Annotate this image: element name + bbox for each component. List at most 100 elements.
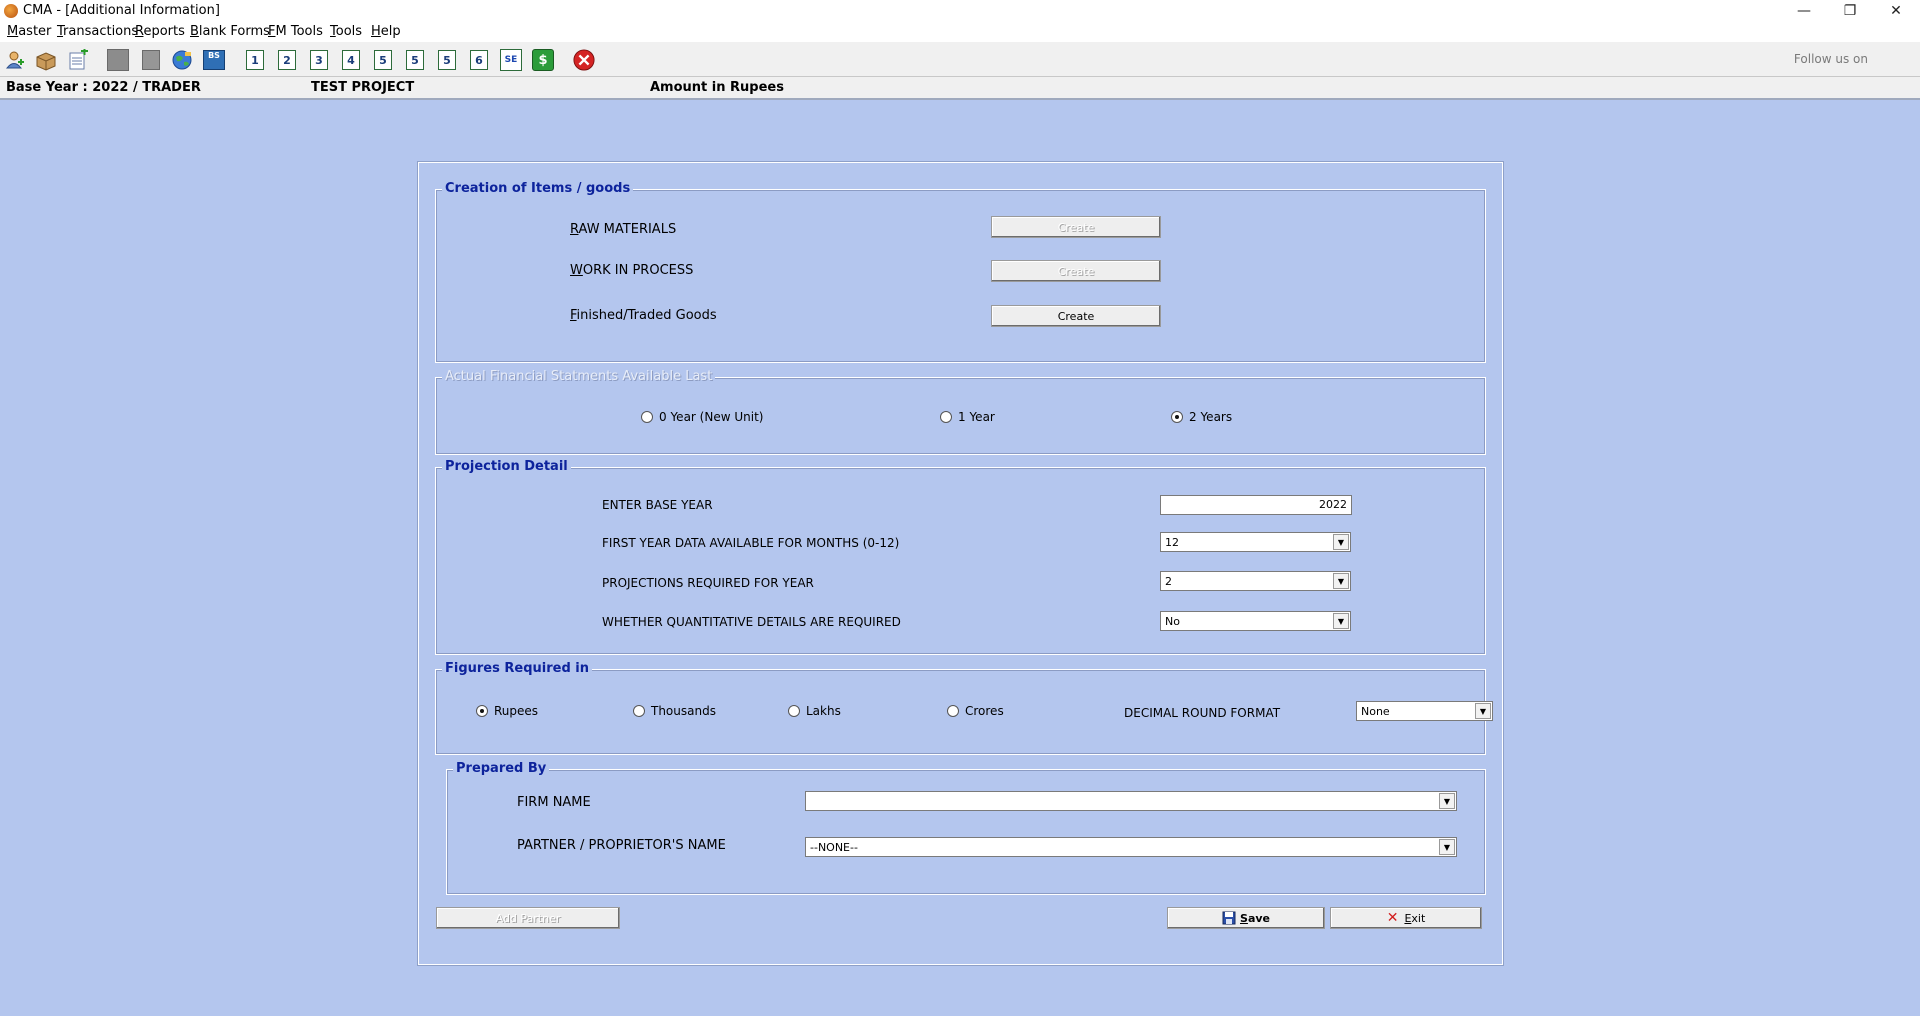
radio-dot <box>641 411 653 423</box>
radio-1-year[interactable]: 1 Year <box>940 410 995 424</box>
follow-us-text: Follow us on <box>1793 52 1868 66</box>
gray-square-icon <box>142 50 160 70</box>
project-name: TEST PROJECT <box>311 80 415 95</box>
partner-name-label: PARTNER / PROPRIETOR'S NAME <box>517 838 726 853</box>
menu-blank-forms[interactable]: Blank Forms <box>190 24 270 39</box>
balance-sheet-tool-button[interactable]: BS <box>203 49 225 71</box>
radio-dot-selected <box>1171 411 1183 423</box>
close-circle-icon <box>573 49 595 71</box>
create-work-in-process-button[interactable]: Create <box>991 260 1161 282</box>
close-window-button[interactable]: ✕ <box>1873 0 1919 22</box>
prepared-by-legend: Prepared By <box>453 761 550 776</box>
radio-dot-selected <box>476 705 488 717</box>
menu-help[interactable]: Help <box>371 24 401 39</box>
title-bar: CMA - [Additional Information] — ❐ ✕ <box>0 0 1920 22</box>
se-tool-button[interactable]: SE <box>500 49 522 71</box>
save-disk-icon <box>1222 911 1236 925</box>
add-user-icon <box>5 51 24 69</box>
close-icon: ✕ <box>1890 3 1902 19</box>
base-year-input[interactable]: 2022 <box>1160 495 1352 515</box>
months-select[interactable]: 12 ▼ <box>1160 532 1351 552</box>
minimize-icon: — <box>1797 3 1811 19</box>
quantitative-label: WHETHER QUANTITATIVE DETAILS ARE REQUIRE… <box>602 615 901 629</box>
gray-square-icon <box>107 49 129 71</box>
globe-icon <box>172 50 192 70</box>
create-raw-materials-button[interactable]: Create <box>991 216 1161 238</box>
radio-dot <box>633 705 645 717</box>
create-finished-goods-button[interactable]: Create <box>991 305 1161 327</box>
minimize-button[interactable]: — <box>1781 0 1827 22</box>
toolbar-number-button-5[interactable]: 5 <box>374 50 392 70</box>
figures-group: Figures Required in Rupees Thousands Lak… <box>435 661 1493 755</box>
work-in-process-label: WORK IN PROCESS <box>570 263 694 278</box>
dollar-tool-button[interactable]: $ <box>532 49 554 71</box>
package-tool-button[interactable] <box>35 49 57 71</box>
finished-goods-label: Finished/Traded Goods <box>570 308 717 323</box>
toolbar-number-button-8[interactable]: 6 <box>470 50 488 70</box>
gray-tool-button-2[interactable] <box>140 49 162 71</box>
info-bar: Base Year : 2022 / TRADER TEST PROJECT A… <box>0 77 1920 100</box>
projection-group: Projection Detail ENTER BASE YEAR 2022 F… <box>435 459 1486 655</box>
quantitative-select[interactable]: No ▼ <box>1160 611 1351 631</box>
save-button[interactable]: Save <box>1167 907 1325 929</box>
exit-tool-button[interactable] <box>573 49 595 71</box>
toolbar-number-button-6[interactable]: 5 <box>406 50 424 70</box>
se-chart-icon: SE <box>500 49 522 71</box>
base-year-label: ENTER BASE YEAR <box>602 498 713 512</box>
additional-info-panel: Creation of Items / goods RAW MATERIALS … <box>417 161 1504 966</box>
radio-0-year[interactable]: 0 Year (New Unit) <box>641 410 763 424</box>
exit-button[interactable]: ✕ Exit <box>1330 907 1482 929</box>
menu-tools[interactable]: Tools <box>330 24 362 39</box>
raw-materials-label: RAW MATERIALS <box>570 222 677 237</box>
package-icon <box>36 52 56 71</box>
projection-years-select[interactable]: 2 ▼ <box>1160 571 1351 591</box>
firm-name-select[interactable]: ▼ <box>805 791 1457 811</box>
radio-crores[interactable]: Crores <box>947 704 1004 718</box>
restore-icon: ❐ <box>1843 3 1857 19</box>
new-document-icon <box>69 49 88 70</box>
radio-2-years[interactable]: 2 Years <box>1171 410 1232 424</box>
statements-legend: Actual Financial Statments Available Las… <box>442 369 716 384</box>
radio-dot <box>788 705 800 717</box>
radio-thousands[interactable]: Thousands <box>633 704 716 718</box>
new-document-tool-button[interactable] <box>67 49 89 71</box>
chevron-down-icon: ▼ <box>1439 839 1455 855</box>
add-partner-button[interactable]: Add Partner <box>436 907 620 929</box>
menu-master[interactable]: Master <box>7 24 51 39</box>
amount-unit-info: Amount in Rupees <box>650 80 784 95</box>
radio-dot <box>940 411 952 423</box>
chevron-down-icon: ▼ <box>1333 534 1349 550</box>
restore-button[interactable]: ❐ <box>1827 0 1873 22</box>
menu-transactions[interactable]: Transactions <box>57 24 138 39</box>
partner-name-select[interactable]: --NONE-- ▼ <box>805 837 1457 857</box>
decimal-format-label: DECIMAL ROUND FORMAT <box>1124 706 1281 720</box>
radio-lakhs[interactable]: Lakhs <box>788 704 841 718</box>
toolbar-number-button-3[interactable]: 3 <box>310 50 328 70</box>
add-user-tool-button[interactable] <box>4 49 26 71</box>
toolbar-number-button-1[interactable]: 1 <box>246 50 264 70</box>
balance-sheet-icon: BS <box>203 50 225 70</box>
firm-name-label: FIRM NAME <box>517 795 591 810</box>
prepared-by-group: Prepared By FIRM NAME ▼ PARTNER / PROPRI… <box>446 761 1486 895</box>
chevron-down-icon: ▼ <box>1439 793 1455 809</box>
projection-legend: Projection Detail <box>442 459 571 474</box>
toolbar-number-button-4[interactable]: 4 <box>342 50 360 70</box>
radio-rupees[interactable]: Rupees <box>476 704 538 718</box>
chevron-down-icon: ▼ <box>1475 703 1491 719</box>
decimal-format-select[interactable]: None ▼ <box>1356 701 1493 721</box>
close-icon: ✕ <box>1386 910 1399 926</box>
toolbar-number-button-2[interactable]: 2 <box>278 50 296 70</box>
creation-legend: Creation of Items / goods <box>442 181 634 196</box>
chevron-down-icon: ▼ <box>1333 573 1349 589</box>
gray-tool-button-1[interactable] <box>107 49 129 71</box>
menu-reports[interactable]: Reports <box>135 24 185 39</box>
globe-tool-button[interactable] <box>171 49 193 71</box>
base-year-info: Base Year : 2022 / TRADER <box>6 80 201 95</box>
window-title: CMA - [Additional Information] <box>23 3 220 18</box>
radio-dot <box>947 705 959 717</box>
toolbar-number-button-7[interactable]: 5 <box>438 50 456 70</box>
menu-fm-tools[interactable]: FM Tools <box>268 24 323 39</box>
dollar-icon: $ <box>532 49 554 71</box>
months-label: FIRST YEAR DATA AVAILABLE FOR MONTHS (0-… <box>602 536 900 550</box>
toolbar: BS 1 2 3 4 5 5 5 6 SE $ Follow us on <box>0 42 1920 77</box>
